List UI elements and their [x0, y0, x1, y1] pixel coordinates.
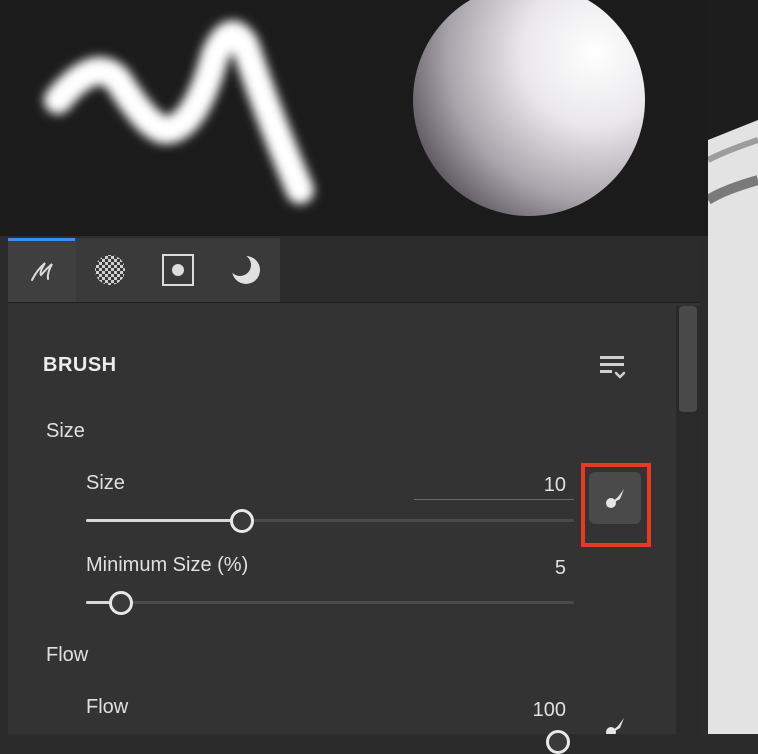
tab-mask[interactable] — [144, 238, 212, 302]
brush-preview — [0, 0, 708, 236]
param-label-minimum-size: Minimum Size (%) — [86, 554, 249, 576]
pen-pressure-icon — [606, 718, 624, 734]
group-label-flow: Flow — [46, 644, 89, 666]
vertical-scrollbar[interactable] — [676, 306, 700, 734]
moon-icon — [229, 254, 260, 284]
minimum-size-slider[interactable] — [86, 590, 574, 615]
param-label-size: Size — [86, 472, 125, 494]
brush-preview-art — [44, 0, 645, 216]
size-slider[interactable] — [86, 508, 574, 533]
panel-tab-bar — [8, 236, 700, 303]
tab-brush[interactable] — [8, 238, 76, 302]
tab-shape[interactable] — [212, 238, 280, 302]
slider-track — [86, 601, 574, 604]
flow-value[interactable]: 100 — [414, 699, 566, 722]
panel-menu-button[interactable] — [598, 352, 632, 386]
size-value-input[interactable]: 10 — [414, 474, 566, 497]
minimum-size-value[interactable]: 5 — [414, 557, 566, 580]
group-label-size: Size — [46, 420, 85, 442]
slider-knob[interactable] — [229, 509, 254, 533]
square-dot-icon — [162, 254, 194, 286]
flow-pressure-button[interactable] — [589, 706, 641, 734]
scrollbar-thumb[interactable] — [679, 306, 697, 412]
slider-knob[interactable] — [109, 591, 134, 615]
list-menu-icon — [600, 356, 626, 379]
canvas-area[interactable] — [708, 0, 758, 734]
checkerboard-icon — [95, 255, 125, 285]
stroke-sample — [44, 20, 314, 204]
brush-stroke-icon — [31, 262, 53, 281]
highlight-box — [581, 463, 651, 547]
active-tab-indicator — [8, 238, 75, 241]
section-title: BRUSH — [43, 354, 117, 376]
size-value-underline — [414, 499, 574, 500]
param-label-flow: Flow — [86, 696, 129, 718]
slider-fill — [86, 519, 242, 522]
sphere-sample — [413, 0, 645, 216]
tab-texture[interactable] — [76, 238, 144, 302]
